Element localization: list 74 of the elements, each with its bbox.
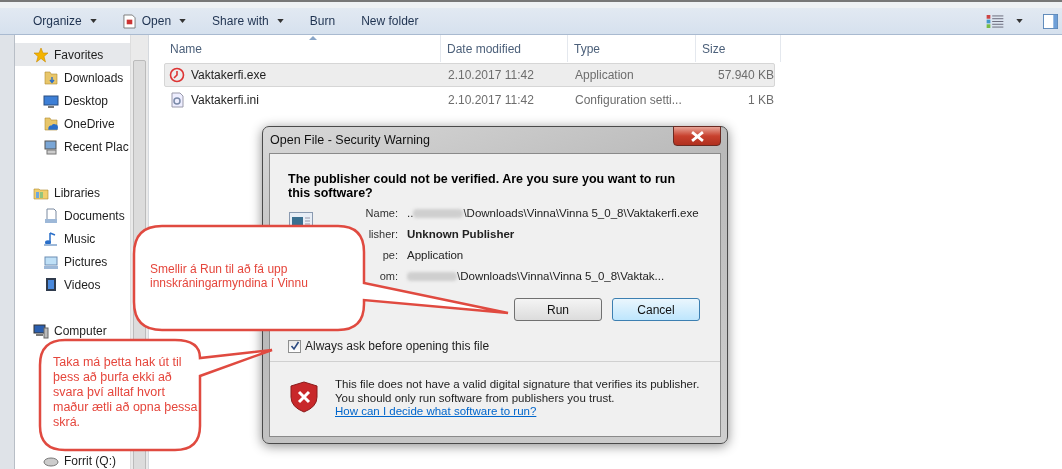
- caret-icon: [276, 19, 284, 23]
- field-label: om:: [379, 269, 398, 284]
- callout-text: Smellir á Run til að fá upp innskráningarmyndina í Vinnu: [150, 262, 309, 290]
- computer-icon: [43, 138, 59, 155]
- toolbar-button[interactable]: New folder: [352, 11, 428, 31]
- warning-heading: The publisher could not be verified. Are you sure you want to run this software?: [288, 172, 677, 200]
- toolbar-button[interactable]: Burn: [300, 11, 345, 31]
- file-row[interactable]: Vaktakerfi.exe 2.10.2017 11:42 Application 57.940 KB: [164, 63, 775, 87]
- size-cell-text: 57.940 KB: [716, 68, 774, 82]
- gear-icon: [169, 92, 185, 108]
- field-value: \Downloads\Vinna\Vinna 5_0_8\Vaktak...: [457, 269, 665, 284]
- close-icon: [690, 130, 704, 142]
- folder-icon: [43, 115, 59, 132]
- clock-icon: [169, 67, 185, 83]
- field-value: Application: [407, 248, 464, 263]
- checkbox[interactable]: [288, 339, 301, 353]
- sidebar-item[interactable]: Downloads: [15, 66, 131, 89]
- redacted-text: [407, 272, 457, 281]
- music-note-icon: [43, 230, 59, 247]
- warning-text: This file does not have a valid digital signature that verifies its publisher. You should only run software from publishers you trust. How can I decide what software to run?: [335, 378, 701, 419]
- field-label: pe:: [382, 248, 398, 263]
- sidebar-item[interactable]: Libraries: [15, 181, 131, 204]
- type-cell-text: Application: [574, 68, 635, 82]
- shield-error-icon: [290, 381, 318, 413]
- redacted-text: [413, 209, 464, 218]
- document-icon: [43, 207, 59, 224]
- field-value: Unknown Publisher: [407, 227, 515, 242]
- toolbar-button[interactable]: Open: [113, 10, 196, 32]
- view-list-icon[interactable]: [986, 14, 1004, 28]
- sidebar-item[interactable]: Pictures: [15, 250, 131, 273]
- date-cell-text: 2.10.2017 11:42: [447, 68, 535, 82]
- field-value: \Downloads\Vinna\Vinna 5_0_8\Vaktakerfi.exe: [463, 206, 699, 221]
- sidebar-item[interactable]: Videos: [15, 273, 131, 296]
- type-cell-text: Configuration setti...: [574, 93, 683, 107]
- sidebar-item[interactable]: Computer: [15, 319, 131, 342]
- picture-icon: [43, 253, 59, 270]
- dialog-button[interactable]: Run: [514, 298, 602, 321]
- preview-pane-icon[interactable]: [1043, 13, 1058, 29]
- document-icon: [122, 13, 136, 29]
- close-button[interactable]: [673, 126, 721, 146]
- file-row[interactable]: Vaktakerfi.ini 2.10.2017 11:42 Configuration setti... 1 KB: [164, 88, 775, 112]
- sidebar-item[interactable]: Forrit (Q:): [15, 449, 131, 469]
- toolbar-button[interactable]: Organize: [24, 11, 106, 31]
- film-icon: [43, 276, 59, 293]
- checkbox-label[interactable]: Always ask before opening this file: [305, 339, 490, 353]
- ellipsis-text: ..: [407, 206, 414, 221]
- sidebar-item[interactable]: Documents: [15, 204, 131, 227]
- column-header[interactable]: Date modified: [441, 35, 568, 62]
- computer-icon: [33, 322, 49, 339]
- size-cell-text: 1 KB: [747, 93, 774, 107]
- toolbar-button[interactable]: Share with: [203, 11, 293, 31]
- caret-icon: [179, 19, 187, 23]
- sort-arrow-icon: [309, 36, 317, 40]
- window-title: Open File - Security Warning: [270, 133, 430, 147]
- help-link[interactable]: How can I decide what software to run?: [335, 405, 537, 417]
- sidebar-item[interactable]: OneDrive: [15, 112, 131, 135]
- sidebar-item[interactable]: Favorites: [15, 43, 131, 66]
- monitor-icon: [43, 92, 59, 109]
- caret-icon[interactable]: [1016, 19, 1023, 23]
- sidebar-item[interactable]: Desktop: [15, 89, 131, 112]
- dialog-button[interactable]: Cancel: [612, 298, 700, 321]
- field-label: lisher:: [368, 227, 398, 242]
- file-name: Vaktakerfi.ini: [191, 93, 259, 107]
- caret-icon: [89, 19, 97, 23]
- file-name: Vaktakerfi.exe: [191, 68, 267, 82]
- field-label: Name:: [365, 206, 398, 221]
- column-header[interactable]: Type: [568, 35, 696, 62]
- sidebar-item[interactable]: Music: [15, 227, 131, 250]
- column-header[interactable]: Size: [696, 35, 781, 62]
- star-icon: [33, 46, 49, 63]
- date-cell-text: 2.10.2017 11:42: [447, 93, 535, 107]
- sidebar-item[interactable]: Recent Plac: [15, 135, 131, 158]
- callout-text: Taka má þetta hak út til þess að þurfa ekki að svara því alltaf hvort maður ætli að opna þessa skrá.: [53, 355, 198, 430]
- folder-icon: [43, 69, 59, 86]
